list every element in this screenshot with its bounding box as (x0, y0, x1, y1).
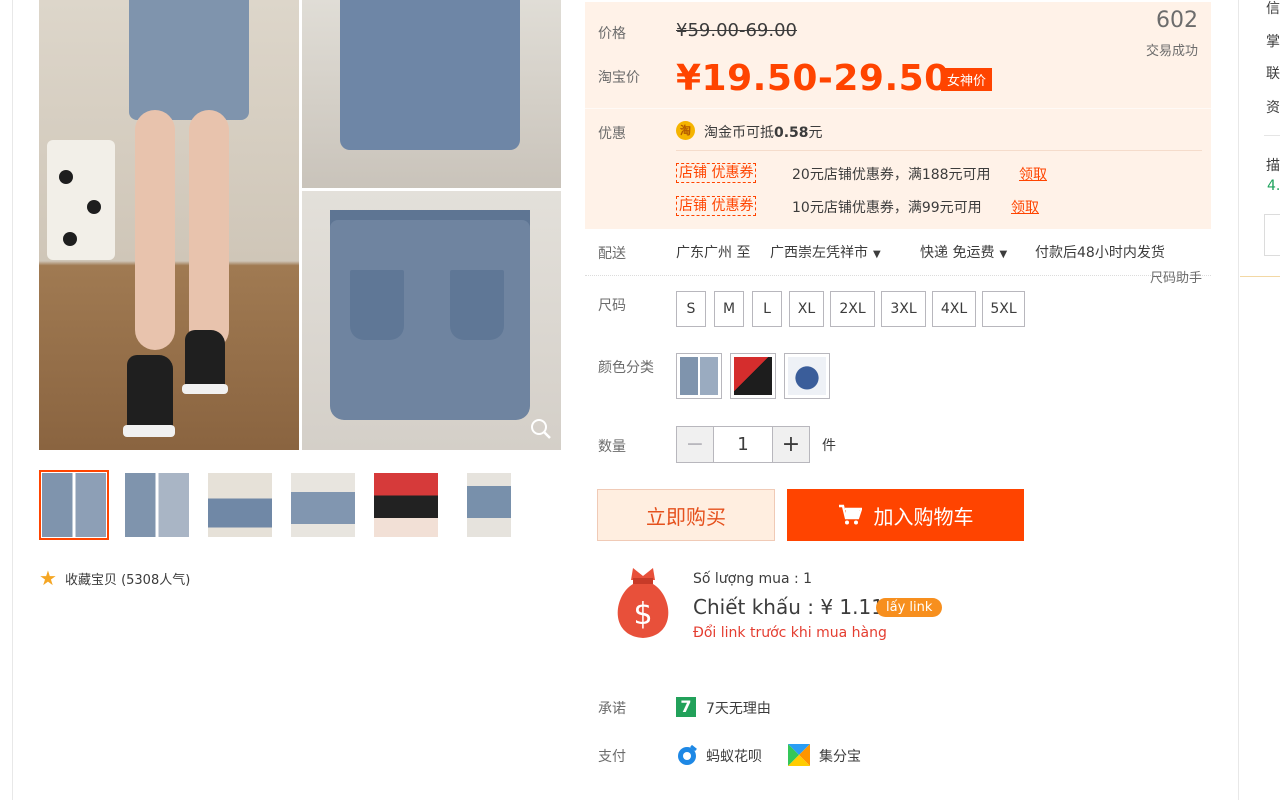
thumbnail-2[interactable] (122, 470, 192, 540)
thumbnail-1[interactable] (39, 470, 109, 540)
color-option-2[interactable] (730, 353, 776, 399)
promo-price-label: 淘宝价 (598, 70, 640, 86)
model-photo-detail (300, 0, 561, 190)
size-helper-link[interactable]: 尺码助手 (1150, 267, 1202, 286)
size-option[interactable]: S (676, 291, 706, 327)
original-price: ¥59.00-69.00 (676, 20, 798, 41)
quantity-decrease-button[interactable]: − (677, 427, 713, 462)
sneaker (127, 355, 173, 435)
seven-day-return-icon: 7 (676, 697, 696, 717)
favorite-button[interactable]: ★ 收藏宝贝 (5308人气) (39, 568, 190, 588)
taojinbi-coin-icon: 淘 (676, 121, 695, 140)
promo-badge: 女神价 (941, 68, 993, 91)
size-option[interactable]: L (752, 291, 782, 327)
add-to-cart-button[interactable]: 加入购物车 (787, 489, 1024, 541)
sidebar-item: 资 (1266, 100, 1280, 116)
claim-coupon-link[interactable]: 领取 (1019, 164, 1047, 184)
shipping-label: 配送 (598, 246, 626, 262)
quantity-increase-button[interactable]: + (773, 427, 809, 462)
zoom-icon[interactable] (529, 418, 553, 442)
thumbnail-4[interactable] (288, 470, 358, 540)
coupon-text: 10元店铺优惠券，满99元可用 (792, 200, 982, 216)
sidebar-desc-label: 描 (1266, 158, 1280, 174)
quantity-unit: 件 (822, 438, 836, 454)
quantity-label: 数量 (598, 439, 626, 455)
caret-down-icon: ▼ (873, 249, 881, 260)
size-option[interactable]: 2XL (830, 291, 875, 327)
star-icon: ★ (39, 566, 57, 590)
color-option-3[interactable] (784, 353, 830, 399)
sold-label: 交易成功 (1145, 44, 1198, 59)
moneybag-icon: $ (617, 568, 669, 638)
size-option[interactable]: 3XL (881, 291, 926, 327)
ship-to-selector[interactable]: 广西崇左凭祥市 ▼ (770, 242, 881, 262)
color-label: 颜色分类 (598, 360, 654, 376)
size-option[interactable]: 4XL (932, 291, 976, 327)
jifenbao-text[interactable]: 集分宝 (819, 746, 861, 766)
coupon-text: 20元店铺优惠券，满188元可用 (792, 167, 991, 183)
pay-label: 支付 (598, 749, 626, 765)
promise-label: 承诺 (598, 701, 626, 717)
size-option[interactable]: XL (789, 291, 824, 327)
sneaker (185, 330, 225, 392)
jifenbao-icon (788, 744, 810, 766)
color-option-1[interactable] (676, 353, 722, 399)
buy-now-button[interactable]: 立即购买 (597, 489, 775, 541)
ship-from: 广东广州 至 (676, 245, 751, 261)
coin-offset-text: 淘金币可抵0.58元 (704, 125, 823, 141)
quantity-input[interactable]: 1 (713, 427, 773, 462)
sidebar-item: 信 (1266, 1, 1280, 17)
leg-shape (135, 110, 175, 350)
huabei-text[interactable]: 蚂蚁花呗 (706, 746, 762, 766)
thumbnail-strip (39, 470, 561, 540)
price-label: 价格 (598, 26, 626, 42)
model-photo-back (300, 190, 561, 450)
shorts-photo (129, 0, 249, 120)
thumbnail-5[interactable] (371, 470, 441, 540)
thumbnail-3[interactable] (205, 470, 275, 540)
sidebar-score: 4. (1267, 178, 1280, 194)
favorite-label: 收藏宝贝 (5308人气) (64, 572, 191, 588)
discount-amount-text: Chiết khấu : ¥ 1.11 (693, 595, 884, 619)
svg-text:$: $ (633, 597, 652, 632)
sidebar-item: 掌 (1266, 34, 1280, 50)
ship-method-selector[interactable]: 快递 免运费 ▼ (920, 242, 1007, 262)
model-photo-front (39, 0, 300, 450)
thumbnail-6[interactable] (454, 470, 524, 540)
buy-count-text: Số lượng mua : 1 (693, 571, 813, 587)
coupon-tag: 店铺 优惠券 (676, 196, 757, 216)
promo-price: ¥19.50-29.50 (676, 58, 950, 99)
cart-icon (838, 504, 862, 525)
tote-bag (47, 140, 115, 260)
size-label: 尺码 (598, 298, 626, 314)
get-link-button[interactable]: lấy link (876, 598, 943, 617)
size-option[interactable]: M (714, 291, 744, 327)
sidebar-item: 联 (1266, 66, 1280, 82)
caret-down-icon: ▼ (999, 249, 1008, 260)
huabei-icon (678, 744, 697, 765)
promise-text[interactable]: 7天无理由 (706, 698, 771, 718)
quantity-stepper: − 1 + (676, 426, 810, 463)
claim-coupon-link[interactable]: 领取 (1011, 197, 1039, 217)
discount-label: 优惠 (598, 126, 626, 142)
leg-shape (189, 110, 229, 350)
sold-count: 602 (1156, 8, 1198, 33)
link-notice-text: Đổi link trước khi mua hàng (693, 625, 887, 641)
sidebar-button[interactable] (1264, 214, 1280, 256)
dispatch-time: 付款后48小时内发货 (1035, 245, 1165, 261)
coupon-tag: 店铺 优惠券 (676, 163, 757, 183)
size-option[interactable]: 5XL (982, 291, 1025, 327)
